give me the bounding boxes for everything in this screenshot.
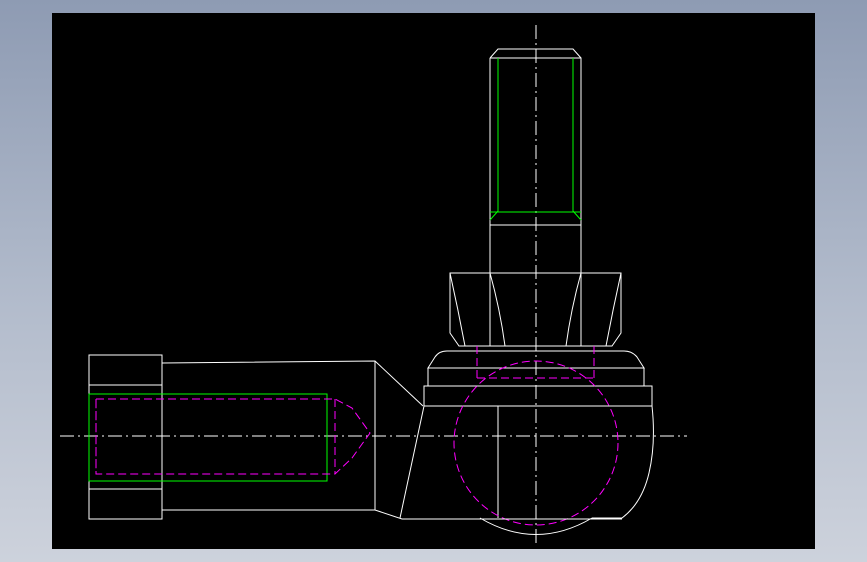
cad-drawing-viewport[interactable] — [52, 13, 815, 549]
body-thread — [88, 393, 328, 482]
nut-arc-mid-r — [565, 272, 582, 347]
stud-thread-left — [489, 58, 499, 221]
body-outline — [161, 360, 622, 520]
housing-lower-left — [399, 405, 425, 519]
nut-arc-right — [605, 272, 622, 347]
hex-end — [88, 354, 163, 520]
ball-housing — [399, 405, 654, 535]
center-lines — [60, 25, 687, 543]
flange-plate — [423, 385, 653, 407]
hex-end-outline — [88, 354, 163, 520]
nut-arc-left — [449, 272, 466, 347]
body-shank — [161, 360, 622, 520]
stud-thread-right — [572, 58, 582, 221]
cad-drawing — [60, 25, 687, 543]
nut-arc-mid-l — [489, 272, 506, 347]
body-thread-minor — [88, 393, 328, 482]
housing-outline — [592, 405, 654, 519]
